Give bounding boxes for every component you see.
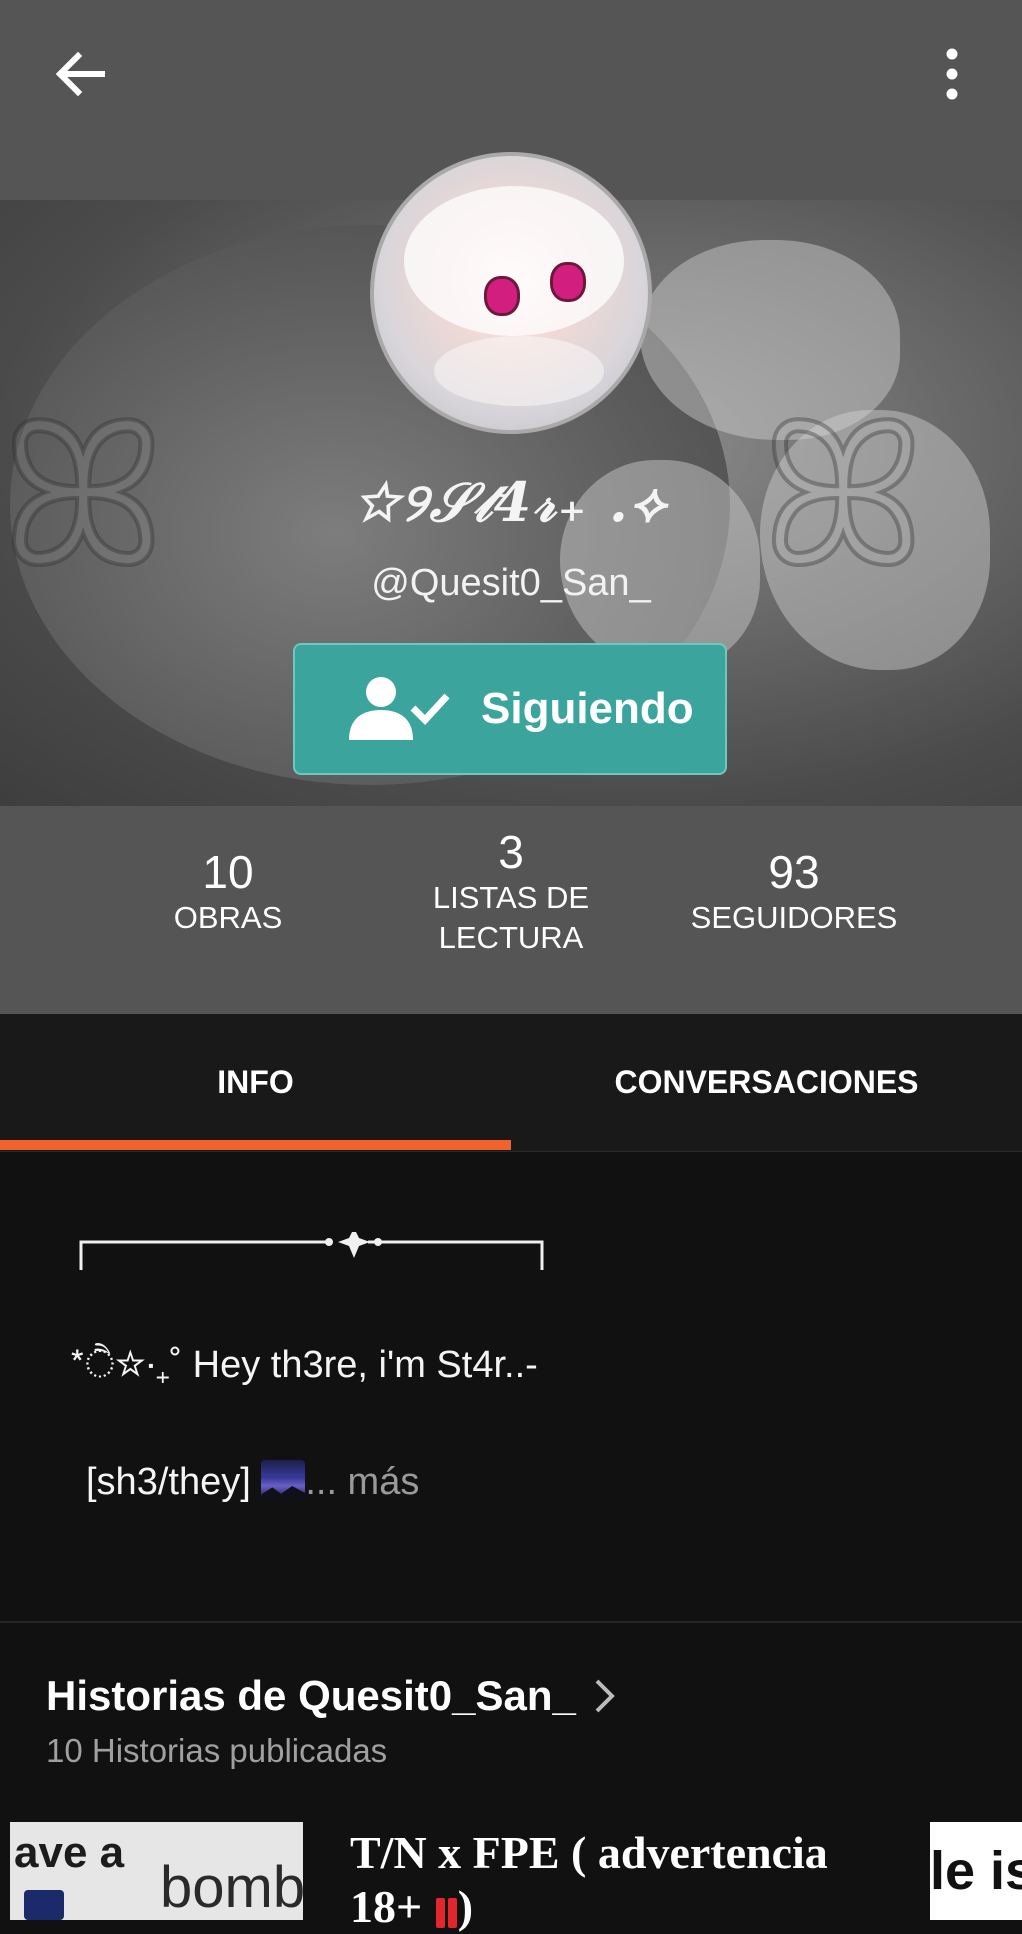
stories-count: 10 Historias publicadas <box>46 1732 388 1769</box>
double-exclamation-emoji <box>434 1888 458 1928</box>
story-cover-text: ave a <box>14 1828 125 1877</box>
stat-reading-lists-label-2: LECTURA <box>438 920 584 955</box>
username-handle: @Quesit0_San_ <box>371 562 651 604</box>
story-title-text: T/N x FPE ( advertencia 18+ <box>350 1827 828 1932</box>
stories-header[interactable]: Historias de Quesit0_San_ <box>46 1672 618 1720</box>
back-button[interactable] <box>40 34 120 114</box>
story-cover[interactable]: le is <box>930 1822 1022 1920</box>
tab-conversations[interactable]: CONVERSACIONES <box>511 1014 1022 1151</box>
following-button[interactable]: Siguiendo <box>293 643 727 775</box>
avatar[interactable] <box>370 152 652 434</box>
story-cover-text: le is <box>930 1841 1022 1901</box>
bio-line-1: *ੈ☆‧₊˚ Hey th3re, i'm St4r..- <box>70 1344 538 1386</box>
story-title-end: ) <box>457 1881 474 1932</box>
avatar-eye <box>550 262 586 302</box>
more-vertical-icon <box>946 48 958 100</box>
section-divider <box>0 1621 1022 1623</box>
story-cover-text: bomb <box>160 1855 303 1920</box>
stat-works-value: 10 <box>202 846 254 898</box>
stat-followers-label: SEGUIDORES <box>690 900 898 935</box>
sparkle-divider-ornament <box>79 1232 544 1270</box>
more-options-button[interactable] <box>912 34 992 114</box>
stat-works[interactable]: 10 OBRAS <box>128 846 328 938</box>
story-title[interactable]: T/N x FPE ( advertencia 18+ ) <box>350 1826 910 1934</box>
display-name: ☆୨𝒮𝓉4𝓇₊ .⟡ <box>354 470 668 534</box>
stat-works-label: OBRAS <box>173 900 283 935</box>
following-button-label: Siguiendo <box>481 684 694 733</box>
stat-reading-lists[interactable]: 3 LISTAS DE LECTURA <box>391 826 631 958</box>
active-tab-indicator <box>0 1140 511 1150</box>
stat-reading-lists-value: 3 <box>498 826 524 878</box>
arrow-left-icon <box>55 51 105 97</box>
bio-more-link[interactable]: ... más <box>305 1461 419 1503</box>
stat-followers-value: 93 <box>768 846 820 898</box>
chevron-right-icon <box>595 1679 615 1713</box>
user-check-icon <box>349 677 450 740</box>
bio-line-2: [sh3/they] ... más <box>86 1460 419 1504</box>
stat-followers[interactable]: 93 SEGUIDORES <box>664 846 924 938</box>
stat-reading-lists-label-1: LISTAS DE <box>432 880 590 915</box>
stories-title: Historias de Quesit0_San_ <box>46 1672 576 1719</box>
profile-tabs: INFO CONVERSACIONES <box>0 1014 1022 1152</box>
bio-pronouns: [sh3/they] <box>86 1461 251 1503</box>
night-sky-emoji <box>261 1460 306 1500</box>
tab-info[interactable]: INFO <box>0 1014 511 1151</box>
avatar-eye <box>484 276 520 316</box>
story-cover[interactable]: ave a bomb <box>10 1822 303 1920</box>
